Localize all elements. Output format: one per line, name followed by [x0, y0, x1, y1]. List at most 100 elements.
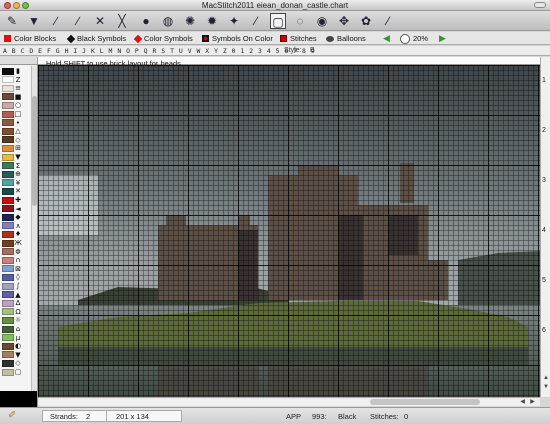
style-label: Style: — [284, 47, 302, 54]
zoom-level[interactable]: 20% — [400, 33, 428, 44]
ruler-number: 5 — [542, 277, 546, 284]
horizontal-scrollbar[interactable]: ◀ ▶ — [38, 397, 540, 406]
scroll-up-arrow-icon[interactable]: ▲ — [542, 375, 550, 382]
palette-swatch — [2, 84, 14, 92]
select-tool-icon[interactable]: ╳ — [114, 13, 130, 29]
ruler-number: 6 — [542, 327, 546, 334]
scroll-right-arrow-icon[interactable]: ▶ — [528, 398, 537, 406]
palette-symbol: Φ — [15, 247, 21, 256]
black-symbols-label: Black Symbols — [77, 34, 127, 43]
color-blocks-option[interactable]: Color Blocks — [4, 33, 56, 44]
strands-value[interactable]: 2 — [86, 411, 90, 422]
palette-swatch — [2, 265, 14, 273]
rect-select-icon[interactable]: ▢ — [270, 13, 286, 29]
hand-tool-icon[interactable]: ✥ — [336, 13, 352, 29]
balloons-option[interactable]: Balloons — [326, 33, 366, 44]
chart-size: 201 x 134 — [116, 412, 149, 421]
thread-brand: APP — [286, 412, 302, 421]
scroll-down-arrow-icon[interactable]: ▼ — [542, 384, 550, 391]
stitches-option[interactable]: Stitches — [280, 33, 317, 44]
pattern-fill-icon[interactable]: ◍ — [160, 13, 176, 29]
palette-swatch — [2, 291, 14, 299]
palette-symbol: ∫ — [16, 282, 20, 290]
palette-symbol: ◆ — [15, 213, 21, 222]
toolbar-toggle-button[interactable] — [534, 2, 546, 8]
palette-symbol: ◊ — [16, 273, 20, 282]
palette-swatch — [2, 93, 14, 101]
character-list[interactable]: A B C D E F G H I J K L M N O P Q R S T … — [3, 47, 315, 55]
color-symbols-icon — [133, 34, 143, 43]
palette-swatch — [2, 127, 14, 135]
lasso-tool-icon[interactable]: ◌ — [292, 13, 308, 29]
palette-symbol: ⊞ — [15, 144, 21, 153]
palette-swatch — [2, 136, 14, 144]
palette-swatch — [2, 179, 14, 187]
window-title: MacStitch2011 eiean_donan_castle.chart — [201, 1, 349, 10]
backstitch-tool-icon[interactable]: ∕ — [70, 13, 86, 29]
color-symbols-option[interactable]: Color Symbols — [133, 33, 193, 44]
palette-swatch — [2, 119, 14, 127]
color-symbols-label: Color Symbols — [144, 34, 193, 43]
palette-swatch — [2, 239, 14, 247]
horizontal-scroll-thumb[interactable] — [370, 399, 480, 405]
palette-swatch — [2, 273, 14, 281]
bead-tool-icon[interactable]: ● — [138, 13, 154, 29]
symbols-on-color-label: Symbols On Color — [212, 34, 273, 43]
palette-scroll-thumb[interactable] — [32, 96, 37, 206]
zoom-in-arrow-icon[interactable]: ▶ — [438, 33, 447, 44]
pencil-tool-icon[interactable]: ✎ — [4, 13, 20, 29]
palette-symbol: ▲ — [15, 290, 21, 299]
special-stitch-icon[interactable]: ✦ — [226, 13, 242, 29]
brush-icon[interactable]: ✐ — [8, 410, 22, 422]
palette-swatch — [2, 110, 14, 118]
thread-code: 993: — [312, 412, 327, 421]
palette-swatch — [2, 162, 14, 170]
black-symbols-icon — [66, 34, 76, 43]
palette-symbol: ≡ — [15, 84, 21, 93]
palette-symbol: ⊠ — [15, 264, 21, 273]
paint-bucket-icon[interactable]: ▼ — [26, 13, 42, 29]
palette-symbol: Z — [15, 75, 21, 84]
palette-header — [0, 57, 37, 65]
ruler-number: 4 — [542, 227, 546, 234]
ruler-number: 2 — [542, 127, 546, 134]
palette-swatch — [2, 308, 14, 316]
palette-swatch — [2, 205, 14, 213]
palette-swatch — [2, 213, 14, 221]
style-select[interactable]: B — [310, 47, 340, 55]
knot-tool-icon[interactable]: ✺ — [182, 13, 198, 29]
palette-swatch — [2, 67, 14, 75]
stitches-label: Stitches — [290, 34, 317, 43]
palette-symbol: ▼ — [15, 350, 21, 359]
symbols-on-color-option[interactable]: Symbols On Color — [202, 33, 273, 44]
palette-swatch — [2, 368, 14, 376]
chart-canvas[interactable]: Hold SHIFT to use brick layout for beads — [38, 57, 540, 397]
rotate-tool-icon[interactable]: ✿ — [358, 13, 374, 29]
zoom-tool-icon[interactable]: ◉ — [314, 13, 330, 29]
palette-symbol: ◄ — [15, 204, 21, 213]
palette-swatch — [2, 299, 14, 307]
palette-symbol: ♦ — [14, 230, 22, 239]
palette-symbol: ▢ — [14, 368, 22, 376]
line-tool-icon[interactable]: ∕ — [48, 13, 64, 29]
palette-scrollbar[interactable] — [31, 66, 37, 406]
eraser-tool-icon[interactable]: ✕ — [92, 13, 108, 29]
wand-tool-icon[interactable]: ⁄ — [248, 13, 264, 29]
eyedropper-icon[interactable]: ⁄ — [380, 13, 396, 29]
current-color-swatch[interactable] — [0, 391, 37, 407]
title-bar: MacStitch2011 eiean_donan_castle.chart — [0, 0, 550, 11]
black-symbols-option[interactable]: Black Symbols — [66, 33, 127, 44]
palette-swatch — [2, 76, 14, 84]
vertical-scrollbar[interactable]: 1 2 3 4 5 6 ▲ ▼ — [540, 57, 550, 397]
palette-symbol: Ж — [14, 239, 22, 247]
palette-symbol: Σ — [15, 161, 21, 170]
palette-swatch — [2, 222, 14, 230]
zoom-out-arrow-icon[interactable]: ◀ — [382, 33, 391, 44]
palette-swatch — [2, 144, 14, 152]
palette-swatch — [2, 256, 14, 264]
french-knot-icon[interactable]: ✹ — [204, 13, 220, 29]
palette-symbol: ◐ — [14, 342, 22, 351]
palette-symbol: △ — [15, 127, 21, 136]
scroll-left-arrow-icon[interactable]: ◀ — [518, 398, 527, 406]
palette-swatch — [2, 230, 14, 238]
